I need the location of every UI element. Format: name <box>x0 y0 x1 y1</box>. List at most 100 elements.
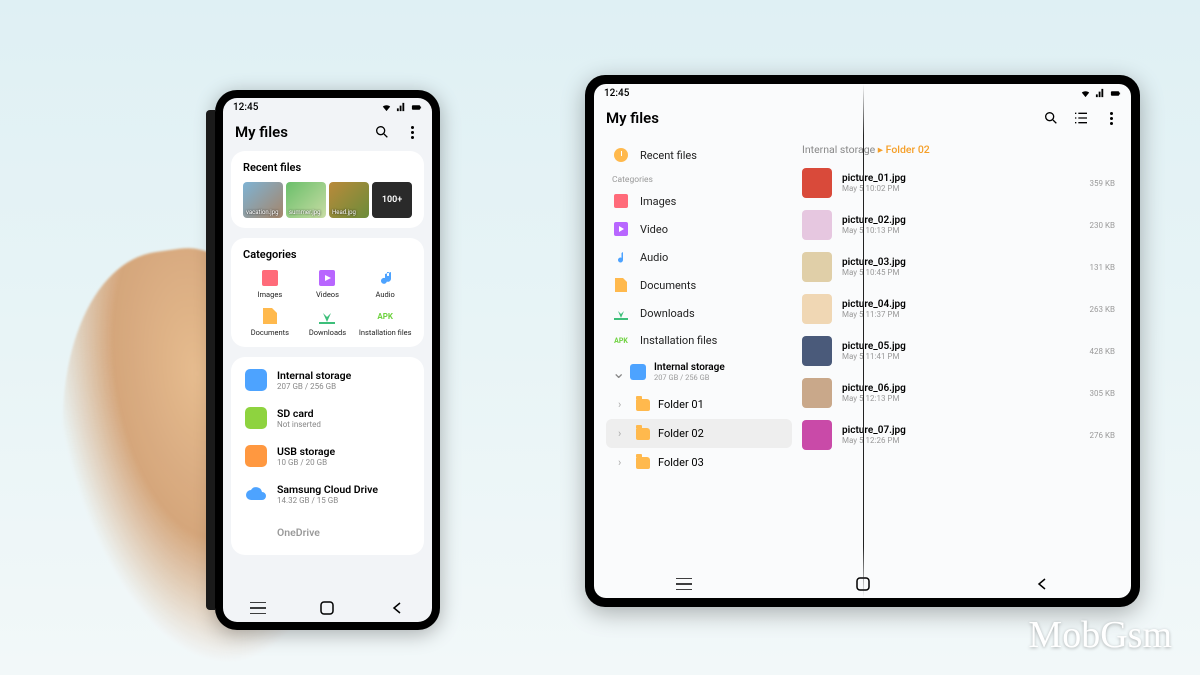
app-title: My files <box>606 109 659 127</box>
categories-label: Categories <box>243 248 412 261</box>
view-list-icon[interactable] <box>1073 110 1089 126</box>
file-name: picture_06.jpg <box>842 383 1080 394</box>
file-row[interactable]: picture_04.jpgMay 5 11:37 PM 263 KB <box>802 288 1115 330</box>
signal-icon <box>396 102 407 113</box>
sidebar: Recent files Categories Images Video Aud… <box>594 137 792 570</box>
recent-thumb[interactable]: summer.jpg <box>286 182 326 218</box>
storage-usb[interactable]: USB storage10 GB / 20 GB <box>243 437 412 475</box>
status-time: 12:45 <box>604 88 629 99</box>
sidebar-category-downloads[interactable]: Downloads <box>606 299 792 327</box>
file-date: May 5 12:26 PM <box>842 436 1080 445</box>
storage-cloud[interactable]: Samsung Cloud Drive14.32 GB / 15 GB <box>243 475 412 513</box>
file-thumbnail <box>802 252 832 282</box>
more-icon[interactable] <box>1103 110 1119 126</box>
nav-home[interactable] <box>318 602 336 614</box>
file-name: picture_02.jpg <box>842 215 1080 226</box>
file-name: picture_03.jpg <box>842 257 1080 268</box>
wifi-icon <box>381 102 392 113</box>
battery-icon <box>411 102 422 113</box>
file-size: 263 KB <box>1090 305 1115 314</box>
storage-card: Internal storage207 GB / 256 GB SD cardN… <box>231 357 424 555</box>
sidebar-category-audio[interactable]: Audio <box>606 243 792 271</box>
nav-recents[interactable] <box>249 602 267 614</box>
status-bar: 12:45 <box>594 84 1131 101</box>
recent-thumb[interactable]: vacation.jpg <box>243 182 283 218</box>
file-name: picture_01.jpg <box>842 173 1080 184</box>
file-thumbnail <box>802 336 832 366</box>
status-bar: 12:45 <box>223 98 432 115</box>
file-row[interactable]: picture_01.jpgMay 5 10:02 PM 359 KB <box>802 162 1115 204</box>
clock-icon <box>614 148 628 162</box>
file-thumbnail <box>802 294 832 324</box>
storage-sd[interactable]: SD cardNot inserted <box>243 399 412 437</box>
wifi-icon <box>1080 88 1091 99</box>
file-date: May 5 11:37 PM <box>842 310 1080 319</box>
file-date: May 5 11:41 PM <box>842 352 1080 361</box>
nav-recents[interactable] <box>675 578 693 590</box>
categories-header: Categories <box>606 169 792 187</box>
category-images[interactable]: Images <box>243 269 297 299</box>
chevron-down-icon: ⌄ <box>612 363 622 382</box>
tablet-unfolded-display: 12:45 My files Recent files Categories I… <box>585 75 1140 607</box>
file-size: 276 KB <box>1090 431 1115 440</box>
file-row[interactable]: picture_03.jpgMay 5 10:45 PM 131 KB <box>802 246 1115 288</box>
battery-icon <box>1110 88 1121 99</box>
category-audio[interactable]: Audio <box>358 269 412 299</box>
file-name: picture_07.jpg <box>842 425 1080 436</box>
category-downloads[interactable]: Downloads <box>301 307 355 337</box>
nav-bar <box>223 594 432 622</box>
file-size: 359 KB <box>1090 179 1115 188</box>
sidebar-category-images[interactable]: Images <box>606 187 792 215</box>
more-icon[interactable] <box>404 124 420 140</box>
file-name: picture_05.jpg <box>842 341 1080 352</box>
search-icon[interactable] <box>1043 110 1059 126</box>
nav-home[interactable] <box>854 578 872 590</box>
sidebar-folder[interactable]: ›Folder 01 <box>606 390 792 419</box>
sidebar-category-video[interactable]: Video <box>606 215 792 243</box>
recent-files-card: Recent files vacation.jpg summer.jpg Hea… <box>231 151 424 228</box>
nav-back[interactable] <box>1033 578 1051 590</box>
sidebar-folder[interactable]: ›Folder 03 <box>606 448 792 477</box>
search-icon[interactable] <box>374 124 390 140</box>
category-videos[interactable]: Videos <box>301 269 355 299</box>
file-name: picture_04.jpg <box>842 299 1080 310</box>
file-size: 230 KB <box>1090 221 1115 230</box>
chevron-right-icon: › <box>618 398 628 411</box>
status-time: 12:45 <box>233 102 258 113</box>
file-row[interactable]: picture_02.jpgMay 5 10:13 PM 230 KB <box>802 204 1115 246</box>
sidebar-internal-storage[interactable]: ⌄ Internal storage207 GB / 256 GB <box>606 354 792 390</box>
recent-thumb[interactable]: Head.jpg <box>329 182 369 218</box>
file-row[interactable]: picture_06.jpgMay 5 12:13 PM305 KB <box>802 372 1115 414</box>
storage-onedrive[interactable]: OneDrive <box>243 513 412 551</box>
chevron-right-icon: › <box>618 456 628 469</box>
file-thumbnail <box>802 168 832 198</box>
sidebar-recent-files[interactable]: Recent files <box>606 141 792 169</box>
watermark: MobGsm <box>1028 613 1172 657</box>
file-row[interactable]: picture_07.jpgMay 5 12:26 PM 276 KB <box>802 414 1115 456</box>
signal-icon <box>1095 88 1106 99</box>
sidebar-folder[interactable]: ›Folder 02 <box>606 419 792 448</box>
file-size: 131 KB <box>1090 263 1115 272</box>
nav-bar <box>594 570 1131 598</box>
category-documents[interactable]: Documents <box>243 307 297 337</box>
file-thumbnail <box>802 210 832 240</box>
folder-icon <box>636 428 650 440</box>
file-date: May 5 10:45 PM <box>842 268 1080 277</box>
recent-more-button[interactable]: 100+ <box>372 182 412 218</box>
file-row[interactable]: picture_05.jpgMay 5 11:41 PM 428 KB <box>802 330 1115 372</box>
sidebar-category-installation[interactable]: APKInstallation files <box>606 327 792 354</box>
folder-icon <box>636 399 650 411</box>
sidebar-category-documents[interactable]: Documents <box>606 271 792 299</box>
file-thumbnail <box>802 378 832 408</box>
chevron-right-icon: › <box>618 427 628 440</box>
nav-back[interactable] <box>388 602 406 614</box>
file-date: May 5 10:13 PM <box>842 226 1080 235</box>
file-thumbnail <box>802 420 832 450</box>
category-installation-files[interactable]: APKInstallation files <box>358 307 412 337</box>
breadcrumb[interactable]: Internal storage ▸ Folder 02 <box>802 143 1115 156</box>
file-date: May 5 12:13 PM <box>842 394 1080 403</box>
storage-internal[interactable]: Internal storage207 GB / 256 GB <box>243 361 412 399</box>
file-size: 428 KB <box>1090 347 1115 356</box>
file-date: May 5 10:02 PM <box>842 184 1080 193</box>
categories-card: Categories Images Videos Audio Documents… <box>231 238 424 347</box>
